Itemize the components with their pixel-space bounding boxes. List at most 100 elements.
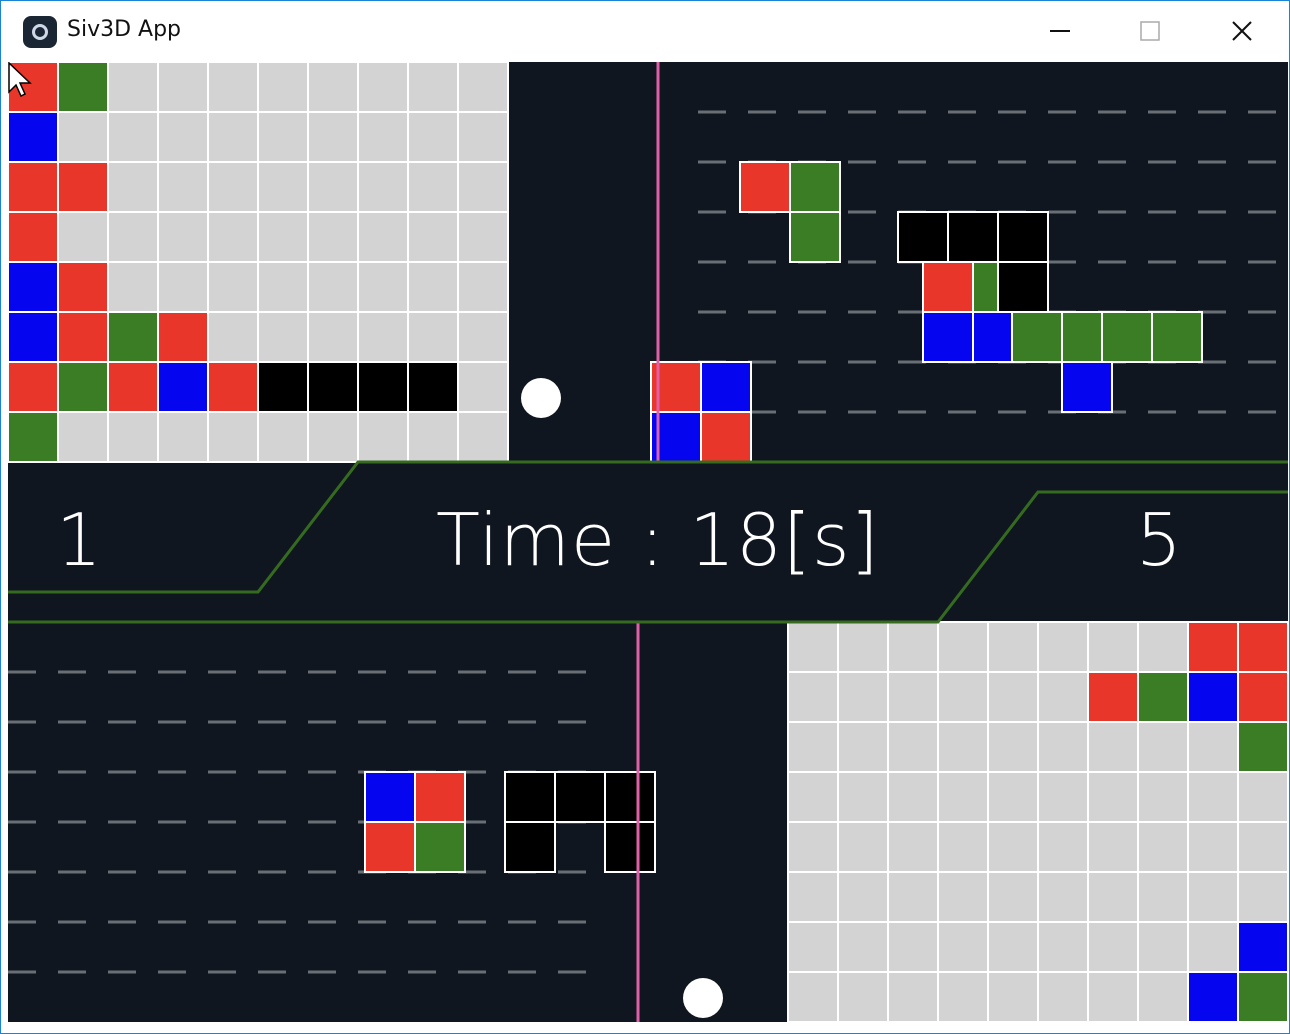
board-bottom-right-cell	[787, 971, 839, 1022]
board-bottom-right-cell	[837, 821, 889, 873]
board-top-left-cell	[157, 111, 209, 163]
board-bottom-right-cell	[887, 671, 939, 723]
board-top-left-cell	[8, 161, 59, 213]
board-top-left-cell	[207, 411, 259, 463]
board-top-left-cell	[8, 411, 59, 463]
board-top-left-cell	[57, 111, 109, 163]
board-top-left-cell	[307, 211, 359, 263]
board-bottom-right-cell	[987, 821, 1039, 873]
board-bottom-right-cell	[1237, 921, 1288, 973]
board-bottom-right-cell	[887, 921, 939, 973]
board-top-left-cell	[157, 311, 209, 363]
board-bottom-right-cell	[937, 771, 989, 823]
falling-block	[972, 261, 999, 313]
falling-block	[997, 211, 1049, 263]
siv3d-app-icon	[23, 16, 57, 48]
board-top-left-cell	[107, 62, 159, 113]
maximize-button[interactable]	[1105, 1, 1195, 61]
top-ball	[521, 378, 561, 418]
board-top-left-cell	[457, 62, 509, 113]
board-bottom-right-cell	[787, 871, 839, 923]
board-bottom-right-cell	[837, 871, 889, 923]
board-bottom-right-cell	[1087, 971, 1139, 1022]
board-bottom-right-cell	[987, 771, 1039, 823]
falling-block	[1101, 311, 1153, 363]
board-bottom-right-cell	[1037, 621, 1089, 673]
board-bottom-right-cell	[1137, 971, 1189, 1022]
falling-block	[1061, 361, 1113, 413]
board-top-left-cell	[157, 62, 209, 113]
board-top-left-cell	[57, 161, 109, 213]
board-bottom-right-cell	[1087, 821, 1139, 873]
board-bottom-right-cell	[937, 721, 989, 773]
falling-block	[504, 821, 556, 873]
board-bottom-right-cell	[1237, 671, 1288, 723]
board-top-left-cell	[207, 211, 259, 263]
board-bottom-right-cell	[987, 671, 1039, 723]
board-bottom-right-cell	[1087, 921, 1139, 973]
board-bottom-right-cell	[787, 921, 839, 973]
board-top-left-cell	[357, 211, 409, 263]
board-top-left-cell	[357, 361, 409, 413]
board-bottom-right-cell	[1087, 621, 1139, 673]
board-bottom-right-cell	[1187, 721, 1239, 773]
board-bottom-right-cell	[1237, 621, 1288, 673]
board-bottom-right-cell	[937, 621, 989, 673]
board-top-left-cell	[257, 311, 309, 363]
board-bottom-right-cell	[937, 971, 989, 1022]
board-top-left-cell	[357, 111, 409, 163]
falling-block	[700, 411, 752, 463]
falling-block	[604, 771, 656, 823]
board-bottom-right-cell	[1037, 821, 1089, 873]
board-bottom-right-cell	[887, 721, 939, 773]
board-bottom-right-cell	[1187, 871, 1239, 923]
falling-block	[897, 211, 949, 263]
app-window: Siv3D App 1 Time : 18[s] 5	[0, 0, 1290, 1034]
board-bottom-right-cell	[837, 971, 889, 1022]
board-top-left-cell	[107, 261, 159, 313]
minimize-button[interactable]	[1015, 1, 1105, 61]
board-top-left-cell	[257, 411, 309, 463]
game-canvas[interactable]: 1 Time : 18[s] 5	[8, 62, 1288, 1022]
board-bottom-right-cell	[887, 971, 939, 1022]
board-bottom-right-cell	[887, 771, 939, 823]
board-top-left-cell	[8, 361, 59, 413]
falling-block	[364, 771, 416, 823]
board-bottom-right-cell	[1187, 921, 1239, 973]
board-bottom-right-cell	[937, 821, 989, 873]
board-bottom-right-cell	[987, 971, 1039, 1022]
falling-block	[364, 821, 416, 873]
board-bottom-right-cell	[787, 821, 839, 873]
board-top-left-cell	[407, 361, 459, 413]
board-bottom-right-cell	[1187, 771, 1239, 823]
board-top-left-cell	[207, 161, 259, 213]
board-bottom-right-cell	[1187, 971, 1239, 1022]
board-top-left-cell	[157, 361, 209, 413]
board-bottom-right-cell	[1037, 921, 1089, 973]
board-top-left-cell	[457, 111, 509, 163]
board-top-left-cell	[307, 111, 359, 163]
falling-block	[789, 211, 841, 263]
board-top-left-cell	[207, 361, 259, 413]
close-icon	[1232, 21, 1252, 41]
board-bottom-right-cell	[1037, 671, 1089, 723]
mouse-pointer-icon	[8, 62, 32, 98]
board-top-left-cell	[8, 311, 59, 363]
board-bottom-right-cell	[1087, 871, 1139, 923]
board-bottom-right-cell	[1237, 971, 1288, 1022]
falling-block	[1151, 311, 1203, 363]
board-bottom-right-cell	[1137, 871, 1189, 923]
board-top-left-cell	[107, 211, 159, 263]
board-top-left-cell	[457, 411, 509, 463]
board-bottom-right-cell	[1237, 771, 1288, 823]
left-player-score: 1	[56, 498, 102, 582]
falling-block	[1011, 311, 1063, 363]
board-bottom-right-cell	[1137, 921, 1189, 973]
maximize-icon	[1140, 21, 1160, 41]
board-top-left-cell	[257, 62, 309, 113]
close-button[interactable]	[1197, 1, 1287, 61]
board-bottom-right-cell	[1187, 671, 1239, 723]
title-bar[interactable]: Siv3D App	[1, 1, 1289, 61]
time-display: Time : 18[s]	[436, 498, 880, 582]
board-bottom-right-cell	[1037, 721, 1089, 773]
